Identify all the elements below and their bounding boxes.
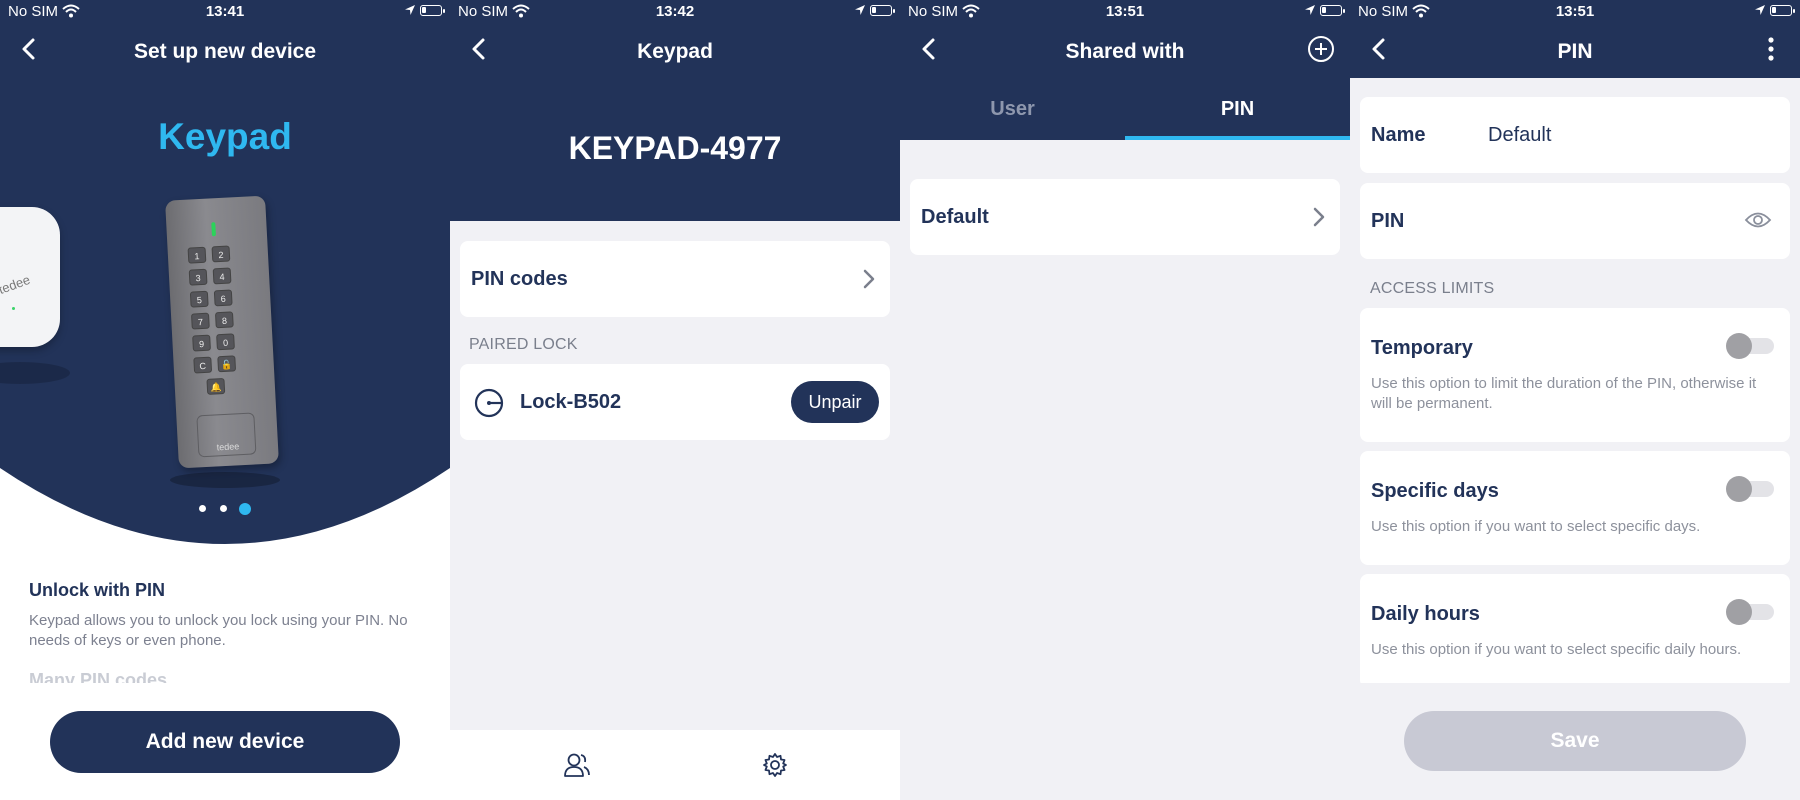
page-title: PIN	[1557, 40, 1593, 63]
temporary-option: Temporary Use this option to limit the d…	[1360, 308, 1790, 442]
daily-hours-option: Daily hours Use this option if you want …	[1360, 574, 1790, 688]
page-title: Set up new device	[133, 40, 317, 63]
product-name: Keypad	[158, 116, 292, 157]
carousel-dot[interactable]	[220, 505, 227, 512]
eye-icon[interactable]	[1744, 209, 1772, 231]
battery-icon	[1770, 5, 1795, 16]
plus-circle-icon[interactable]	[1306, 34, 1336, 64]
lock-icon	[474, 388, 504, 418]
temporary-label: Temporary	[1371, 337, 1473, 359]
status-bar: No SIM 13:51	[1350, 0, 1800, 24]
daily-hours-description: Use this option if you want to select sp…	[1371, 641, 1742, 658]
clock: 13:51	[1105, 3, 1145, 20]
page-title: Shared with	[1065, 40, 1185, 63]
specific-days-option: Specific days Use this option if you wan…	[1360, 451, 1790, 565]
keypad-key: 🔓	[217, 355, 237, 373]
chevron-right-icon	[863, 269, 875, 289]
carousel-dot-active[interactable]	[239, 503, 251, 515]
keypad-device-image: 1 2 3 4 5 6 7 8 9 0 C 🔓 🔔 tedee	[165, 195, 279, 469]
pin-codes-row[interactable]: PIN codes	[460, 241, 890, 317]
keypad-key: 6	[213, 289, 233, 307]
top-bar: Keypad	[450, 24, 900, 78]
carousel-dot[interactable]	[199, 505, 206, 512]
gear-icon[interactable]	[762, 752, 788, 778]
status-bar: No SIM 13:51	[900, 0, 1350, 24]
name-field-row[interactable]: Name Default	[1360, 97, 1790, 173]
keypad-key: 0	[216, 333, 235, 351]
shared-with-screen: No SIM 13:51 Shared with User PIN Defaul…	[900, 0, 1350, 800]
name-label: Name	[1371, 124, 1426, 146]
tab-pin[interactable]: PIN	[1125, 78, 1350, 140]
keypad-key: 7	[190, 312, 210, 330]
daily-hours-toggle[interactable]	[1726, 599, 1776, 625]
paired-lock-row: Lock-B502 Unpair	[460, 364, 890, 440]
keypad-key: 8	[214, 311, 234, 329]
pin-codes-label: PIN codes	[471, 268, 568, 290]
top-bar: Shared with	[900, 24, 1350, 78]
keypad-key: 9	[192, 334, 211, 352]
paired-lock-section-label: PAIRED LOCK	[469, 336, 578, 353]
keypad-screen: No SIM 13:42 Keypad KEYPAD-4977 PIN code…	[450, 0, 900, 800]
specific-days-description: Use this option if you want to select sp…	[1371, 518, 1701, 535]
pin-item-label: Default	[921, 206, 989, 228]
temporary-toggle[interactable]	[1726, 333, 1776, 359]
feature-heading: Unlock with PIN	[29, 580, 166, 600]
location-icon	[1755, 5, 1765, 15]
tab-pin-label: PIN	[1220, 98, 1255, 120]
tab-active-indicator	[1125, 136, 1350, 140]
more-vertical-icon[interactable]	[1756, 34, 1786, 64]
keypad-key: 🔔	[206, 377, 226, 395]
daily-hours-label: Daily hours	[1371, 603, 1480, 625]
battery-icon	[420, 5, 445, 16]
tab-user[interactable]: User	[900, 78, 1125, 140]
smart-lock-image: tedee	[0, 207, 60, 347]
add-new-device-button[interactable]: Add new device	[50, 711, 400, 773]
setup-screen: No SIM 13:41 Set up new device Keypad te…	[0, 0, 450, 800]
keypad-keys: 1 2 3 4 5 6 7 8 9 0 C 🔓 🔔	[187, 245, 244, 395]
chevron-right-icon	[1313, 207, 1325, 227]
users-icon[interactable]	[563, 752, 591, 778]
temporary-description: Use this option to limit the duration of…	[1371, 375, 1757, 412]
page-title: Keypad	[637, 40, 713, 63]
clock: 13:41	[205, 3, 245, 20]
pin-field-row[interactable]: PIN	[1360, 183, 1790, 259]
pin-label: PIN	[1371, 210, 1405, 232]
tab-user-label: User	[990, 98, 1035, 120]
specific-days-toggle[interactable]	[1726, 476, 1776, 502]
lock-name: Lock-B502	[520, 391, 622, 413]
top-bar: Set up new device	[0, 24, 450, 78]
status-bar: No SIM 13:41	[0, 0, 450, 24]
pin-list-item[interactable]: Default	[910, 179, 1340, 255]
access-limits-label: ACCESS LIMITS	[1370, 280, 1495, 297]
pin-screen: No SIM 13:51 PIN Name Default PIN ACCESS…	[1350, 0, 1800, 800]
keypad-key: 1	[187, 246, 207, 264]
feature-description: Keypad allows you to unlock you lock usi…	[29, 612, 408, 649]
keypad-key: 4	[212, 267, 232, 285]
location-icon	[855, 5, 865, 15]
unpair-button[interactable]: Unpair	[791, 381, 879, 423]
bottom-toolbar	[450, 730, 900, 800]
specific-days-label: Specific days	[1371, 480, 1499, 502]
lock-brand: tedee	[0, 271, 33, 298]
name-value[interactable]: Default	[1488, 124, 1551, 147]
location-icon	[405, 5, 415, 15]
save-button[interactable]: Save	[1404, 711, 1746, 771]
keypad-key: 3	[188, 268, 208, 286]
location-icon	[1305, 5, 1315, 15]
status-bar: No SIM 13:42	[450, 0, 900, 24]
clock: 13:51	[1555, 3, 1595, 20]
keypad-key: 5	[189, 290, 209, 308]
device-name: KEYPAD-4977	[568, 130, 782, 166]
battery-icon	[870, 5, 895, 16]
keypad-key: C	[193, 356, 213, 374]
clock: 13:42	[655, 3, 695, 20]
top-bar: PIN	[1350, 24, 1800, 78]
keypad-key: 2	[211, 245, 231, 263]
battery-icon	[1320, 5, 1345, 16]
